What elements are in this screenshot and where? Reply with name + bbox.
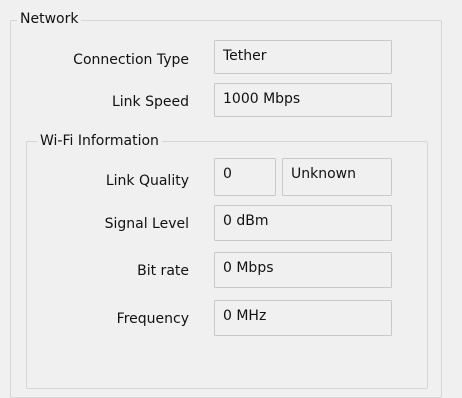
signal-level-label: Signal Level <box>104 216 189 232</box>
link-speed-field[interactable]: 1000 Mbps <box>214 83 392 117</box>
frequency-field[interactable]: 0 MHz <box>214 300 392 336</box>
frequency-label: Frequency <box>116 311 189 327</box>
connection-type-label: Connection Type <box>73 52 189 68</box>
link-quality-field[interactable]: 0 <box>214 158 276 196</box>
wifi-groupbox-title: Wi-Fi Information <box>37 133 162 149</box>
link-speed-label: Link Speed <box>111 94 189 110</box>
bit-rate-field[interactable]: 0 Mbps <box>214 252 392 288</box>
network-panel: Network Connection Type Tether Link Spee… <box>0 0 462 398</box>
signal-level-field[interactable]: 0 dBm <box>214 205 392 241</box>
link-quality-label: Link Quality <box>105 173 189 189</box>
bit-rate-label: Bit rate <box>137 263 189 279</box>
network-groupbox-title: Network <box>17 11 82 27</box>
connection-type-field[interactable]: Tether <box>214 40 392 74</box>
link-quality-status-field[interactable]: Unknown <box>282 158 392 196</box>
